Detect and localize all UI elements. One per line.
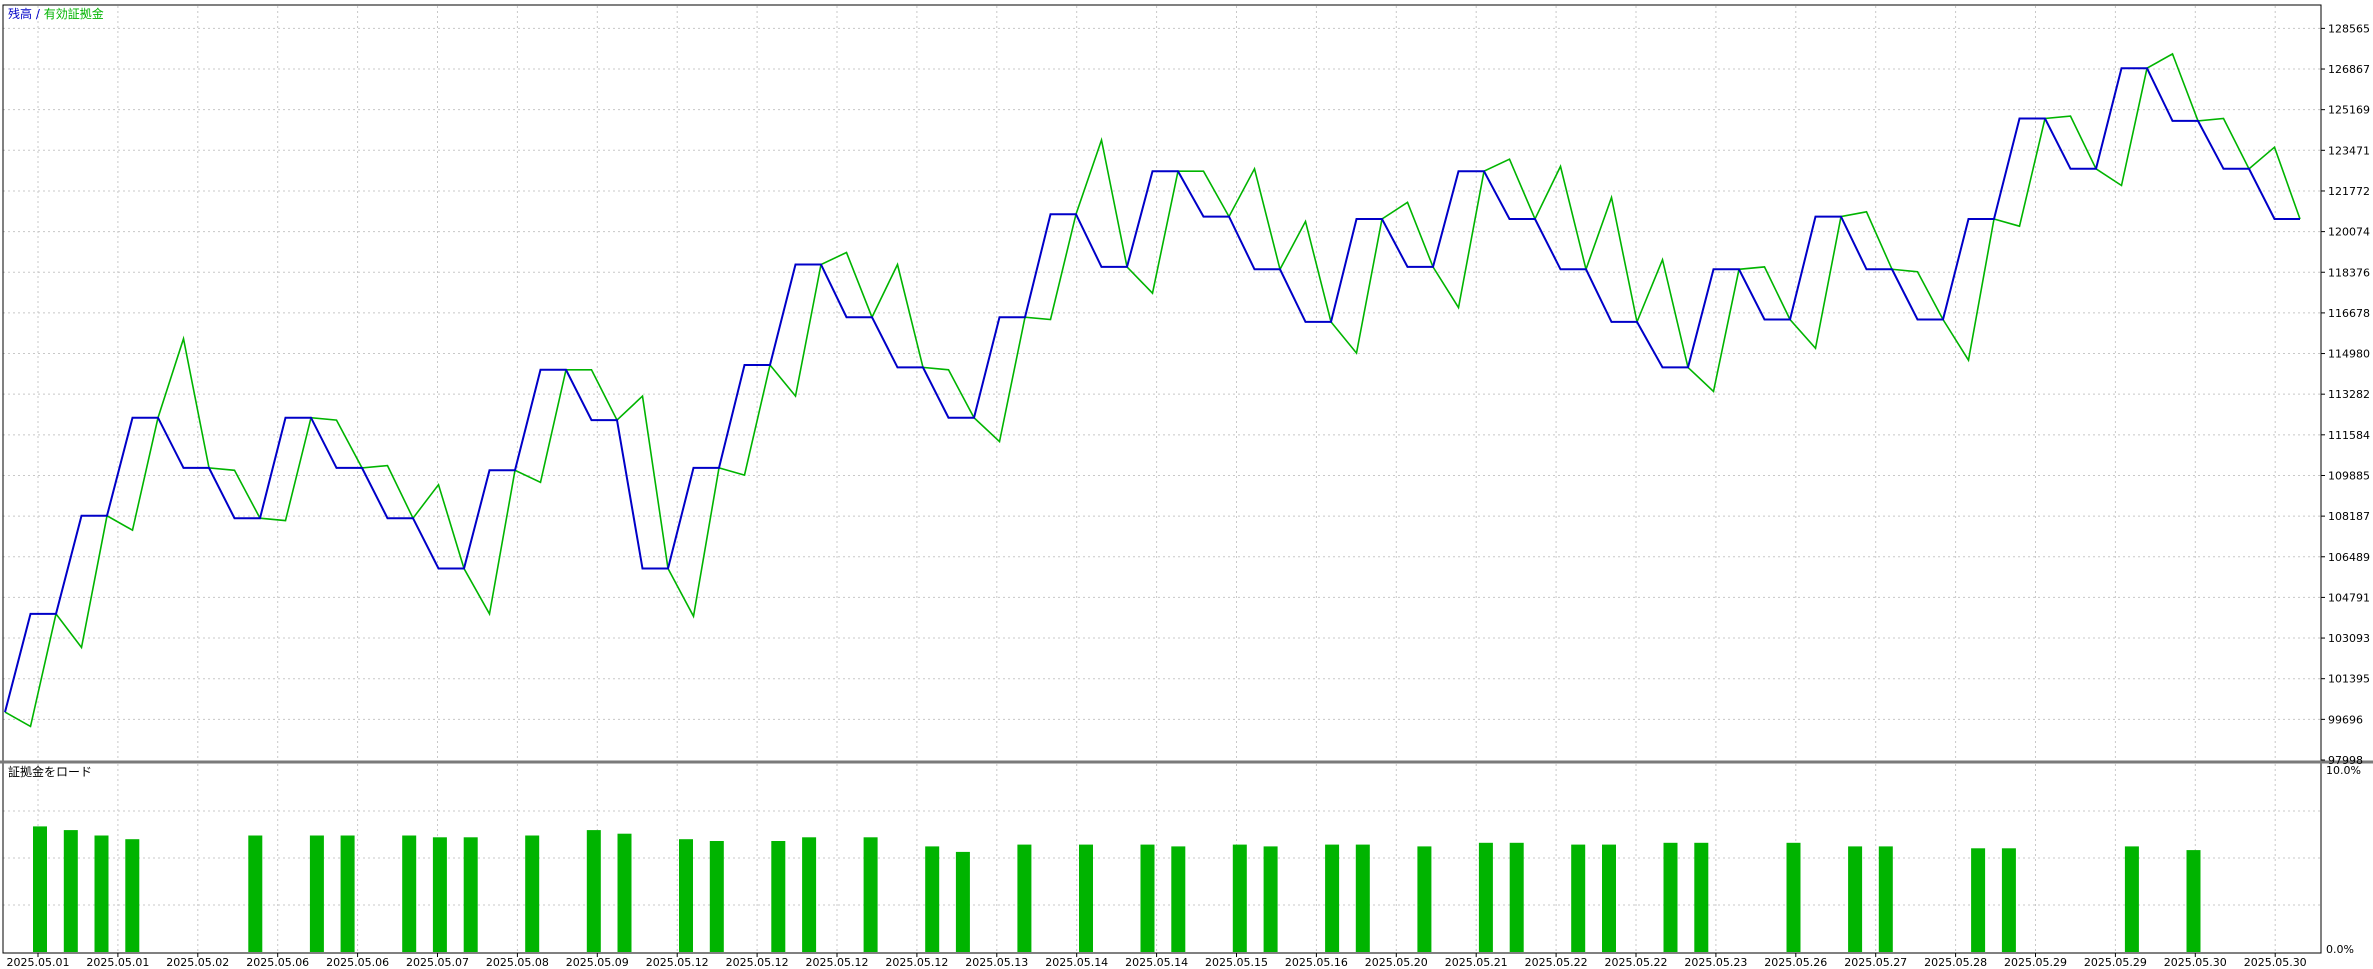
margin-load-bar [94, 835, 109, 952]
margin-load-bar [525, 835, 540, 952]
margin-load-bar [463, 837, 478, 952]
x-tick-label: 2025.05.09 [566, 956, 629, 969]
chart-background [0, 0, 2373, 969]
y-tick-label: 123471 [2328, 144, 2370, 157]
x-tick-label: 2025.05.12 [806, 956, 869, 969]
margin-load-bar [925, 846, 940, 952]
x-tick-label: 2025.05.21 [1445, 956, 1508, 969]
margin-load-bar [1878, 846, 1893, 952]
sub-y-max-label: 10.0% [2326, 764, 2361, 777]
margin-load-bar [1694, 842, 1709, 952]
margin-load-bar [1171, 846, 1186, 952]
y-tick-label: 120074 [2328, 226, 2370, 239]
x-tick-label: 2025.05.29 [2084, 956, 2147, 969]
x-tick-label: 2025.05.01 [86, 956, 149, 969]
margin-load-bar [2186, 850, 2201, 952]
y-tick-label: 111584 [2328, 429, 2370, 442]
x-tick-label: 2025.05.02 [166, 956, 229, 969]
mt-chart: 128565 126867 125169 123471 121772 120074 1183… [0, 0, 2373, 969]
sub-y-min-label: 0.0% [2326, 943, 2354, 956]
y-tick-label: 114980 [2328, 348, 2370, 361]
y-tick-label: 118376 [2328, 266, 2370, 279]
x-tick-label: 2025.05.15 [1205, 956, 1268, 969]
x-tick-label: 2025.05.16 [1285, 956, 1348, 969]
margin-load-bar [125, 839, 140, 952]
margin-load-bar [309, 835, 324, 952]
margin-load-bar [617, 833, 632, 952]
x-tick-label: 2025.05.07 [406, 956, 469, 969]
y-tick-label: 103093 [2328, 632, 2370, 645]
y-tick-label: 126867 [2328, 63, 2370, 76]
margin-load-bar [1848, 846, 1863, 952]
x-tick-label: 2025.05.22 [1525, 956, 1588, 969]
legend-separator: / [32, 7, 44, 21]
x-tick-label: 2025.05.12 [885, 956, 948, 969]
margin-load-bar [2001, 848, 2016, 952]
x-tick-label: 2025.05.01 [7, 956, 70, 969]
y-tick-label: 108187 [2328, 510, 2370, 523]
margin-load-bar [802, 837, 817, 952]
margin-load-bar [1663, 842, 1678, 952]
margin-load-bar [1478, 842, 1493, 952]
margin-load-bar [1079, 844, 1093, 952]
x-tick-label: 2025.05.23 [1684, 956, 1747, 969]
x-tick-label: 2025.05.26 [1764, 956, 1827, 969]
margin-load-bar [33, 826, 47, 952]
x-tick-label: 2025.05.13 [965, 956, 1028, 969]
margin-load-bar [1571, 844, 1586, 952]
x-tick-label: 2025.05.12 [726, 956, 789, 969]
margin-load-bar [771, 841, 786, 952]
margin-load-bar [1509, 842, 1524, 952]
y-tick-label: 99696 [2328, 713, 2363, 726]
y-tick-label: 109885 [2328, 469, 2370, 482]
margin-load-bar [863, 837, 878, 952]
margin-load-bar [1602, 844, 1616, 952]
margin-load-bar [1232, 844, 1247, 952]
x-tick-label: 2025.05.20 [1365, 956, 1428, 969]
y-tick-label: 125169 [2328, 104, 2370, 117]
legend: 残高 / 有効証拠金 [8, 6, 104, 21]
margin-load-bar [586, 830, 601, 952]
margin-load-bar [63, 830, 78, 952]
x-tick-label: 2025.05.08 [486, 956, 549, 969]
x-tick-label: 2025.05.22 [1605, 956, 1668, 969]
margin-load-bar [679, 839, 693, 952]
y-tick-label: 101395 [2328, 673, 2370, 686]
x-tick-label: 2025.05.30 [2164, 956, 2227, 969]
legend-equity: 有効証拠金 [44, 6, 104, 21]
x-tick-label: 2025.05.06 [326, 956, 389, 969]
margin-load-bar [2124, 846, 2139, 952]
margin-load-bar [248, 835, 263, 952]
x-tick-label: 2025.05.06 [246, 956, 309, 969]
margin-load-bar [1417, 846, 1432, 952]
x-tick-label: 2025.05.14 [1125, 956, 1188, 969]
y-tick-label: 128565 [2328, 22, 2370, 35]
time-axis: 2025.05.01 2025.05.01 2025.05.02 2025.05.06… [7, 953, 2307, 969]
y-tick-label: 116678 [2328, 307, 2370, 320]
x-tick-label: 2025.05.30 [2244, 956, 2307, 969]
margin-load-bar [955, 851, 970, 952]
margin-load-bar [1325, 844, 1340, 952]
margin-load-bar [1017, 844, 1032, 952]
x-tick-label: 2025.05.27 [1844, 956, 1907, 969]
margin-load-bar [432, 837, 447, 952]
y-tick-label: 106489 [2328, 551, 2370, 564]
margin-load-bar [1786, 842, 1801, 952]
x-tick-label: 2025.05.28 [1924, 956, 1987, 969]
y-tick-label: 121772 [2328, 185, 2370, 198]
margin-load-bar [1263, 846, 1278, 952]
y-tick-label: 113282 [2328, 388, 2370, 401]
legend-balance: 残高 [8, 6, 32, 21]
margin-load-bar [340, 835, 355, 952]
margin-load-bar [1971, 848, 1986, 952]
margin-load-bar [1355, 844, 1370, 952]
subwindow-title: 証拠金をロード [8, 764, 92, 779]
y-tick-label: 104791 [2328, 591, 2370, 604]
x-tick-label: 2025.05.14 [1045, 956, 1108, 969]
margin-load-bar [709, 841, 724, 952]
margin-load-bar [402, 835, 417, 952]
x-tick-label: 2025.05.12 [646, 956, 709, 969]
x-tick-label: 2025.05.29 [2004, 956, 2067, 969]
margin-load-bar [1140, 844, 1155, 952]
